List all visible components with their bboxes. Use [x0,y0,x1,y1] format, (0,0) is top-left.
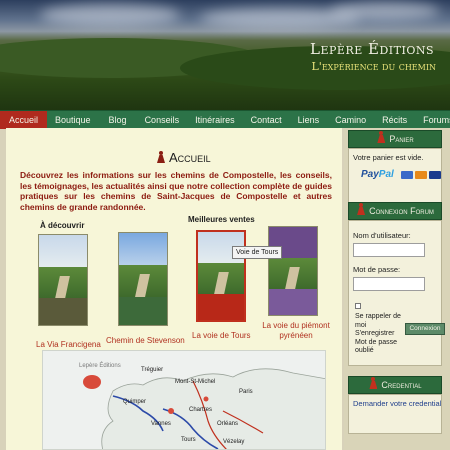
cloud [40,4,180,26]
cart-title: Panier [389,134,414,144]
discover-heading: À découvrir [40,221,85,230]
nav-item-liens[interactable]: Liens [290,111,328,129]
map-label: Paris [239,389,253,395]
map-label: Vézelay [223,439,245,445]
paypal-text-b: Pal [378,169,394,180]
login-title: Connexion Forum [369,206,434,216]
sidebar: Panier Votre panier est vide. PayPal Con… [344,128,450,450]
password-label: Mot de passe: [353,265,401,274]
brand-tagline: L'expérience du chemin [311,60,436,73]
book-cover-via-francigena[interactable] [38,234,88,326]
remember-links[interactable]: Se rappeler de moi S'enregistrer Mot de … [355,313,405,356]
bestsellers-heading: Meilleures ventes [188,215,255,224]
map-label: Tréguier [141,367,164,373]
card-icon [401,171,413,179]
book-cover-voie-de-tours[interactable] [196,230,246,322]
brand-title[interactable]: Lepère Éditions [310,40,434,58]
page-title-text: Accueil [169,150,211,165]
nav-item-accueil[interactable]: Accueil [0,110,48,129]
logo-icon [83,375,101,389]
main-navigation: Accueil Boutique Blog Conseils Itinérair… [0,110,450,129]
credential-title: Credential [381,380,422,390]
mastercard-icon [415,171,427,179]
map-label: Mont-St-Michel [175,379,216,385]
pilgrim-icon [376,131,386,143]
intro-text: Découvrez les informations sur les chemi… [20,170,332,212]
cloud [330,2,440,20]
nav-item-blog[interactable]: Blog [99,111,137,129]
nav-item-conseils[interactable]: Conseils [137,111,188,129]
cart-widget: Votre panier est vide. PayPal [348,148,442,204]
password-field[interactable] [353,277,425,291]
pilgrim-icon [156,151,166,163]
paypal-logo[interactable]: PayPal [361,169,394,180]
book-caption-via-francigena[interactable]: La Via Francigena [36,340,101,349]
nav-item-contact[interactable]: Contact [243,111,290,129]
credential-link[interactable]: Demander votre credential [353,399,441,408]
book-caption-piemont-pyreneen[interactable]: La voie du piémont pyrénéen [262,321,330,341]
visa-icon [429,171,441,179]
map-label: Chartres [189,407,213,413]
nav-item-camino[interactable]: Camino [327,111,374,129]
username-label: Nom d'utilisateur: [353,231,411,240]
book-cover-piemont-pyreneen[interactable] [268,226,318,316]
book-caption-voie-de-tours[interactable]: La voie de Tours [192,331,251,340]
cart-widget-header: Panier [348,130,442,148]
page-title: Accueil [156,150,211,165]
main-content: Accueil Découvrez les informations sur l… [6,128,342,450]
login-widget: Nom d'utilisateur: Mot de passe: Se rapp… [348,220,445,366]
map-label: Tours [181,437,196,443]
pilgrim-icon [356,203,366,215]
credential-widget-header: Credential [348,376,442,394]
remember-checkbox[interactable] [355,303,361,309]
map-label: Quimper [123,399,147,405]
nav-item-recits[interactable]: Récits [374,111,415,129]
route-map[interactable]: Lepère Éditions Tréguier Mont-St-Michel … [42,350,326,450]
book-cover-stevenson[interactable] [118,232,168,326]
username-field[interactable] [353,243,425,257]
map-label: Vannes [151,421,171,427]
pilgrim-icon [368,377,378,389]
header-banner: Lepère Éditions L'expérience du chemin [0,0,450,112]
paypal-text-a: Pay [361,169,379,180]
nav-item-forums[interactable]: Forums [415,111,450,129]
login-button[interactable]: Connexion [405,323,445,335]
book-tooltip: Voie de Tours [232,246,283,259]
login-widget-header: Connexion Forum [348,202,442,220]
nav-item-itineraires[interactable]: Itinéraires [187,111,243,129]
cart-empty-text: Votre panier est vide. [353,153,424,162]
map-label: Orléans [217,421,239,427]
nav-item-boutique[interactable]: Boutique [47,111,99,129]
map-logo-text: Lepère Éditions [79,363,121,369]
book-caption-stevenson[interactable]: Chemin de Stevenson [106,336,185,345]
credential-widget: Demander votre credential [348,394,442,434]
